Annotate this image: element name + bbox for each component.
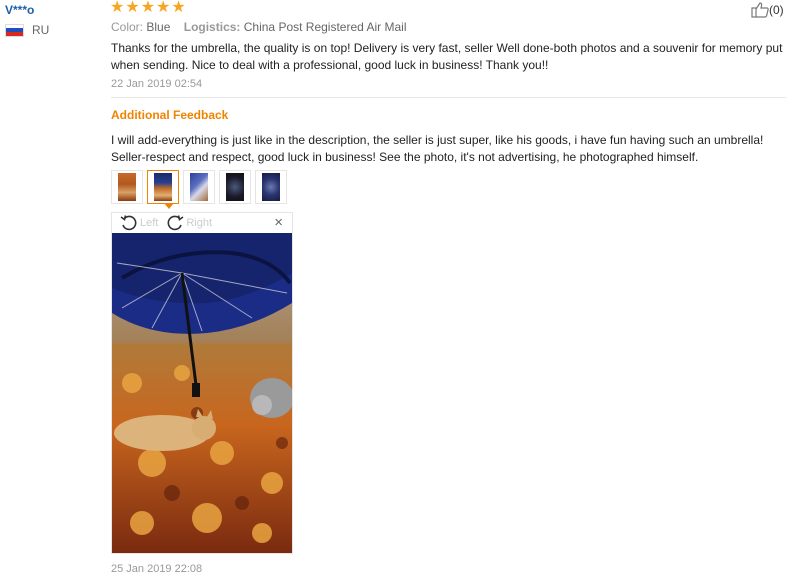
photo-thumbnail[interactable] xyxy=(255,170,287,204)
color-value: Blue xyxy=(146,20,171,34)
selected-thumbnail-indicator xyxy=(164,203,174,209)
review-photo xyxy=(112,233,292,553)
color-label: Color: xyxy=(111,20,144,34)
rotate-left-icon xyxy=(120,215,137,231)
rating-stars: ★ ★ ★ ★ ★ xyxy=(110,0,186,16)
additional-feedback-date: 25 Jan 2019 22:08 xyxy=(111,563,203,575)
star-icon: ★ xyxy=(171,0,186,16)
logistics-value: China Post Registered Air Mail xyxy=(243,20,407,34)
rotate-right-button[interactable]: Right xyxy=(166,214,212,232)
additional-feedback-text: I will add-everything is just like in th… xyxy=(111,133,764,164)
photo-thumbnails xyxy=(111,170,287,204)
helpful-count: (0) xyxy=(769,3,784,17)
star-icon: ★ xyxy=(140,0,156,16)
thumbs-up-icon xyxy=(751,2,769,18)
photo-thumbnail[interactable] xyxy=(147,170,179,204)
logistics-label: Logistics: xyxy=(183,20,241,34)
helpful-button[interactable]: (0) xyxy=(751,2,784,18)
star-icon: ★ xyxy=(156,0,171,16)
rotate-left-label: Left xyxy=(140,217,159,229)
divider xyxy=(111,97,786,98)
rotate-right-icon xyxy=(167,215,184,231)
order-info: Color: Blue Logistics: China Post Regist… xyxy=(111,20,407,34)
review-date: 22 Jan 2019 02:54 xyxy=(111,78,203,90)
country-code: RU xyxy=(32,23,50,37)
photo-thumbnail[interactable] xyxy=(111,170,143,204)
photo-viewer: Left Right × xyxy=(111,212,293,554)
review-text: Thanks for the umbrella, the quality is … xyxy=(111,41,783,72)
photo-thumbnail[interactable] xyxy=(183,170,215,204)
viewer-toolbar: Left Right × xyxy=(112,213,292,233)
star-icon: ★ xyxy=(110,0,125,16)
russia-flag-icon xyxy=(5,23,24,37)
close-viewer-button[interactable]: × xyxy=(274,214,283,231)
star-icon: ★ xyxy=(125,0,140,16)
reviewer-country: RU xyxy=(5,23,49,37)
photo-thumbnail[interactable] xyxy=(219,170,251,204)
reviewer-name[interactable]: V***o xyxy=(5,3,34,17)
rotate-right-label: Right xyxy=(186,217,213,229)
additional-feedback-heading: Additional Feedback xyxy=(111,108,229,122)
rotate-left-button[interactable]: Left xyxy=(120,214,158,232)
